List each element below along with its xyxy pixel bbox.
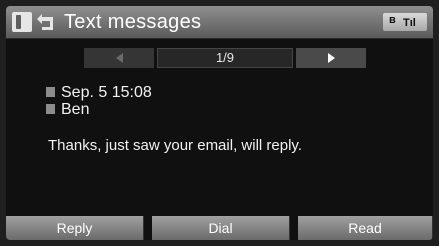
message-body: Thanks, just saw your email, will reply.	[48, 137, 302, 154]
message-counter: 1/9	[157, 48, 293, 68]
message-sender-row: Ben	[46, 101, 89, 119]
previous-message-button[interactable]	[84, 48, 154, 68]
next-message-button[interactable]	[296, 48, 366, 68]
header-bar: Text messages ʙ Tıl	[6, 6, 433, 39]
status-indicator: ʙ Tıl	[383, 13, 427, 31]
page-title: Text messages	[64, 11, 202, 33]
dial-button[interactable]: Dial	[152, 216, 290, 240]
message-date-row: Sep. 5 15:08	[46, 84, 152, 102]
message-sender: Ben	[61, 101, 90, 118]
read-button[interactable]: Read	[298, 216, 433, 240]
triangle-right-icon	[328, 53, 335, 63]
softkey-bar: Reply Dial Read	[6, 216, 433, 240]
reply-button[interactable]: Reply	[6, 216, 144, 240]
bluetooth-icon: ʙ	[389, 14, 396, 26]
clock-icon	[46, 87, 55, 97]
contact-icon	[46, 104, 55, 114]
message-date: Sep. 5 15:08	[61, 84, 152, 101]
text-messages-screen: Text messages ʙ Tıl 1/9 Sep. 5 15:08 Ben…	[6, 6, 433, 240]
back-icon[interactable]	[34, 12, 54, 32]
phone-icon[interactable]	[12, 12, 32, 32]
triangle-left-icon	[116, 53, 123, 63]
signal-icon: Tıl	[403, 17, 416, 29]
